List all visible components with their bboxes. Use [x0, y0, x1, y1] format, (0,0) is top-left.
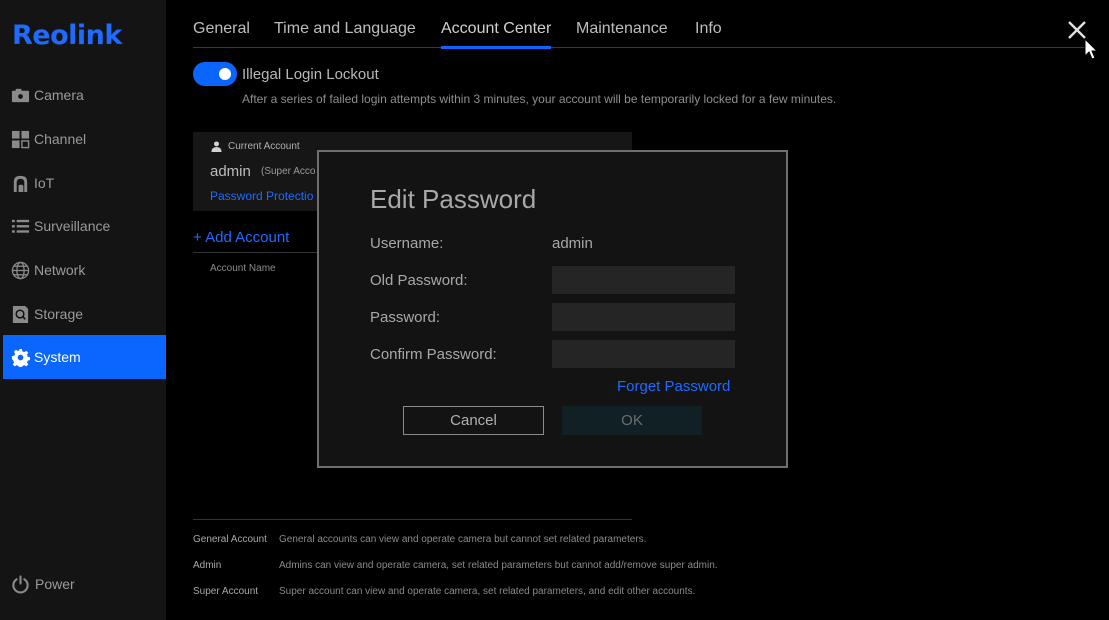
sidebar: Reolink Camera Channel IoT Surveillance …	[0, 0, 166, 620]
legend-term: Admin	[193, 560, 222, 571]
power-label: Power	[35, 576, 75, 592]
password-protection-link[interactable]: Password Protectio	[210, 189, 313, 203]
channel-grid-icon	[10, 129, 30, 149]
sidebar-item-label: Surveillance	[34, 218, 111, 234]
legend-term: General Account	[193, 534, 267, 545]
forget-password-link[interactable]: Forget Password	[617, 378, 730, 395]
sidebar-item-system[interactable]: System	[3, 335, 166, 379]
legend-definition: Super account can view and operate camer…	[279, 586, 696, 597]
legend-divider	[193, 519, 632, 520]
iot-icon	[10, 173, 30, 193]
add-account-button[interactable]: + Add Account	[193, 229, 289, 246]
gear-icon	[10, 347, 30, 367]
column-header-account-name: Account Name	[210, 263, 276, 274]
legend-term: Super Account	[193, 586, 259, 597]
power-icon	[10, 574, 30, 594]
edit-password-dialog: Edit Password Username: admin Old Passwo…	[317, 150, 788, 468]
lockout-title: Illegal Login Lockout	[242, 66, 379, 83]
user-icon	[211, 141, 222, 152]
sidebar-item-label: Camera	[34, 87, 84, 103]
tab-maintenance[interactable]: Maintenance	[576, 20, 668, 46]
sidebar-item-storage[interactable]: Storage	[3, 292, 166, 336]
confirm-password-label: Confirm Password:	[370, 346, 497, 363]
legend-definition: Admins can view and operate camera, set …	[279, 560, 718, 571]
current-account-label: Current Account	[228, 141, 300, 152]
tab-general[interactable]: General	[193, 20, 250, 46]
lockout-description: After a series of failed login attempts …	[242, 92, 837, 106]
tab-time-and-language[interactable]: Time and Language	[274, 20, 416, 46]
confirm-password-input[interactable]	[552, 340, 735, 368]
current-account-role: (Super Acco	[261, 166, 316, 177]
sidebar-item-iot[interactable]: IoT	[3, 161, 166, 205]
tab-account-center[interactable]: Account Center	[441, 20, 552, 49]
settings-tabs: General Time and Language Account Center…	[193, 0, 1088, 49]
ok-button[interactable]: OK	[562, 406, 702, 435]
sidebar-item-label: Channel	[34, 131, 87, 147]
sidebar-item-channel[interactable]: Channel	[3, 117, 166, 161]
sidebar-item-camera[interactable]: Camera	[3, 73, 166, 117]
username-label: Username:	[370, 235, 444, 252]
tab-info[interactable]: Info	[695, 20, 722, 46]
sidebar-item-label: Storage	[34, 306, 84, 322]
sidebar-item-surveillance[interactable]: Surveillance	[3, 204, 166, 248]
cancel-button[interactable]: Cancel	[403, 406, 544, 435]
password-label: Password:	[370, 309, 441, 326]
current-account-name: admin	[210, 163, 251, 180]
sidebar-item-label: Network	[34, 262, 86, 278]
dialog-title: Edit Password	[370, 184, 537, 214]
camera-icon	[10, 85, 30, 105]
username-value: admin	[552, 235, 593, 252]
list-icon	[10, 216, 30, 236]
reolink-logo: Reolink	[12, 20, 122, 51]
legend-definition: General accounts can view and operate ca…	[279, 534, 647, 545]
illegal-login-lockout-toggle[interactable]	[193, 62, 237, 86]
sidebar-item-network[interactable]: Network	[3, 248, 166, 292]
storage-icon	[10, 304, 30, 324]
old-password-input[interactable]	[552, 266, 735, 294]
password-input[interactable]	[552, 303, 735, 331]
globe-icon	[10, 260, 30, 280]
old-password-label: Old Password:	[370, 272, 468, 289]
power-button[interactable]: Power	[10, 574, 75, 594]
sidebar-item-label: IoT	[34, 175, 55, 191]
mouse-cursor-icon	[1084, 37, 1100, 62]
sidebar-item-label: System	[34, 349, 81, 365]
